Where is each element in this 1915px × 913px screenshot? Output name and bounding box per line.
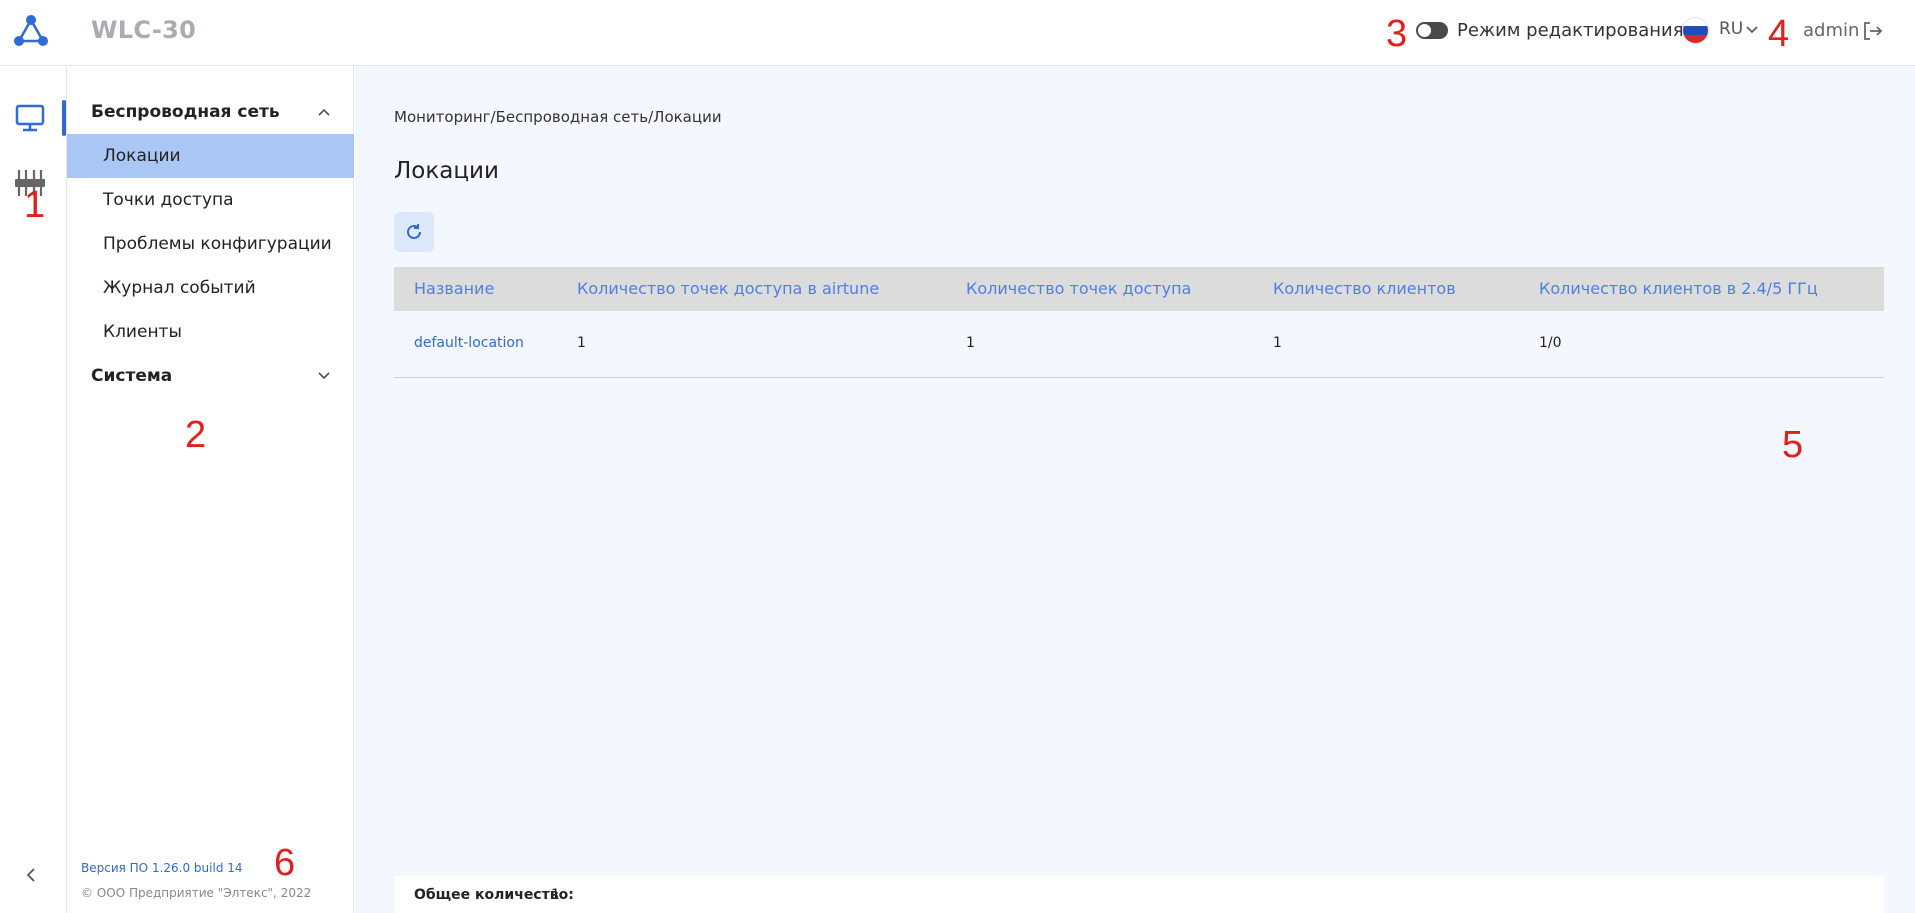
- breadcrumb: Мониторинг/Беспроводная сеть/Локации: [394, 108, 722, 126]
- logo-icon[interactable]: [14, 14, 48, 50]
- icon-rail: 1: [0, 66, 67, 913]
- sidebar-item-label: Журнал событий: [103, 278, 256, 298]
- annotation-1: 1: [24, 184, 46, 226]
- sidebar-item-label: Локации: [103, 146, 181, 166]
- page-title: Локации: [394, 158, 499, 184]
- total-count-value: 1: [551, 887, 560, 903]
- logout-icon[interactable]: [1861, 20, 1883, 42]
- nav-group-system[interactable]: Система: [67, 354, 354, 398]
- column-header-clients[interactable]: Количество клиентов: [1273, 279, 1456, 298]
- annotation-6: 6: [274, 842, 296, 884]
- user-name: admin: [1803, 20, 1860, 41]
- sidebar-item-event-log[interactable]: Журнал событий: [67, 266, 354, 310]
- location-name-link[interactable]: default-location: [414, 335, 524, 351]
- nav-group-label: Система: [91, 366, 173, 386]
- sidebar-item-access-points[interactable]: Точки доступа: [67, 178, 354, 222]
- column-header-airtune-aps[interactable]: Количество точек доступа в airtune: [577, 279, 879, 298]
- table-cell: 1/0: [1539, 335, 1562, 351]
- sidebar-item-locations[interactable]: Локации: [67, 134, 354, 178]
- column-header-name[interactable]: Название: [414, 279, 494, 298]
- copyright-text: © ООО Предприятие "Элтекс", 2022: [81, 886, 312, 900]
- monitor-icon[interactable]: [14, 102, 46, 134]
- table-cell: 1: [1273, 335, 1282, 351]
- nav-group-wireless[interactable]: Беспроводная сеть: [67, 90, 354, 134]
- refresh-button[interactable]: [394, 212, 434, 252]
- chevron-left-icon[interactable]: [22, 866, 40, 884]
- table-cell: 1: [966, 335, 975, 351]
- annotation-3: 3: [1386, 13, 1408, 55]
- chevron-down-icon[interactable]: [1745, 23, 1759, 37]
- rail-active-indicator: [62, 100, 66, 136]
- table-header: Название Количество точек доступа в airt…: [394, 267, 1884, 311]
- language-selector[interactable]: RU: [1719, 19, 1743, 39]
- edit-mode-label: Режим редактирования: [1457, 20, 1684, 41]
- total-count-label: Общее количество:: [414, 887, 574, 903]
- main-content: Мониторинг/Беспроводная сеть/Локации Лок…: [355, 66, 1915, 913]
- sidebar-item-label: Точки доступа: [103, 190, 234, 210]
- sidebar-item-label: Проблемы конфигурации: [103, 234, 332, 254]
- annotation-2: 2: [185, 414, 207, 456]
- firmware-version-link[interactable]: Версия ПО 1.26.0 build 14: [81, 861, 243, 875]
- annotation-4: 4: [1768, 13, 1790, 55]
- sidebar-item-clients[interactable]: Клиенты: [67, 310, 354, 354]
- edit-mode-toggle[interactable]: [1416, 22, 1448, 39]
- top-header: WLC-30 3 Режим редактирования RU 4 admin: [0, 0, 1915, 66]
- chevron-down-icon: [318, 372, 330, 380]
- sidebar-item-config-problems[interactable]: Проблемы конфигурации: [67, 222, 354, 266]
- sidebar: Беспроводная сеть Локации Точки доступа …: [67, 66, 354, 913]
- table-cell: 1: [577, 335, 586, 351]
- sidebar-item-label: Клиенты: [103, 322, 182, 342]
- app-title: WLC-30: [91, 16, 197, 44]
- refresh-icon: [407, 224, 421, 239]
- toggle-knob: [1418, 24, 1431, 37]
- table-row: default-location 1 1 1 1/0: [394, 311, 1884, 378]
- russian-flag-icon[interactable]: [1682, 17, 1709, 44]
- annotation-5: 5: [1782, 424, 1804, 466]
- table-footer: Общее количество: 1: [394, 876, 1884, 913]
- chevron-up-icon: [318, 108, 330, 116]
- column-header-access-points[interactable]: Количество точек доступа: [966, 279, 1191, 298]
- nav-group-label: Беспроводная сеть: [91, 102, 280, 122]
- column-header-clients-band[interactable]: Количество клиентов в 2.4/5 ГГц: [1539, 279, 1818, 298]
- locations-table: Название Количество точек доступа в airt…: [394, 267, 1884, 378]
